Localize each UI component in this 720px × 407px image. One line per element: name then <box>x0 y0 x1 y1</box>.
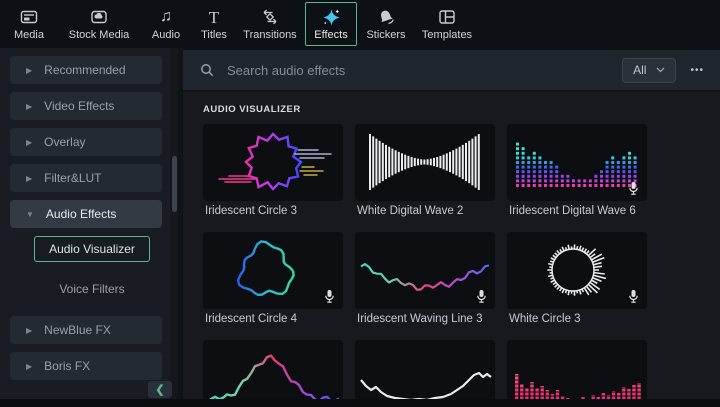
chevron-right-icon: ▶ <box>26 101 33 111</box>
toolbar-tab-label: Templates <box>421 29 473 41</box>
toolbar-tab-label: Stock Media <box>68 29 130 41</box>
effect-card-white-digital-wave-2[interactable]: White Digital Wave 2 <box>355 124 495 220</box>
effect-thumbnail[interactable] <box>507 232 647 309</box>
filter-dropdown-value: All <box>633 62 647 77</box>
effect-name: Iridescent Waving Line 3 <box>357 313 483 325</box>
effects-grid: Iridescent Circle 3 White Digital Wave 2… <box>203 124 720 407</box>
toolbar-tab-label: Media <box>14 29 44 41</box>
stock-media-icon <box>89 7 109 27</box>
templates-icon <box>437 7 457 27</box>
effect-name: Iridescent Circle 4 <box>205 313 298 325</box>
effect-card-iridescent-circle-3[interactable]: Iridescent Circle 3 <box>203 124 343 220</box>
toolbar-tab-label: Transitions <box>243 29 297 41</box>
search-input[interactable] <box>227 62 623 78</box>
media-icon <box>19 7 39 27</box>
sidebar-item-label: Boris FX <box>44 359 91 373</box>
sidebar-item-label: Video Effects <box>44 99 115 113</box>
search-icon <box>199 62 215 78</box>
chevron-right-icon: ▶ <box>26 361 33 371</box>
toolbar-tab-titles[interactable]: T Titles <box>193 1 235 47</box>
sidebar-item-label: Audio Effects <box>45 207 117 221</box>
toolbar-tab-stickers[interactable]: Stickers <box>360 1 412 47</box>
toolbar-tab-audio[interactable]: ♫ Audio <box>142 1 190 47</box>
sidebar-item-audio-effects[interactable]: ▼ Audio Effects <box>10 200 162 228</box>
search-bar: All ••• <box>183 50 720 90</box>
chevron-right-icon: ▶ <box>26 173 33 183</box>
effect-card[interactable] <box>507 340 647 407</box>
effect-name: White Digital Wave 2 <box>357 205 464 217</box>
microphone-icon <box>627 181 640 196</box>
sidebar-collapse-button[interactable]: ❮ <box>148 381 172 398</box>
stickers-bell-icon <box>376 7 396 27</box>
toolbar-tab-label: Effects <box>314 29 348 41</box>
audio-icon: ♫ <box>160 8 172 25</box>
filter-dropdown[interactable]: All <box>622 57 677 83</box>
sidebar-item-newblue-fx[interactable]: ▶ NewBlue FX <box>10 316 162 344</box>
bottom-divider <box>0 399 720 407</box>
sidebar-item-overlay[interactable]: ▶ Overlay <box>10 128 162 156</box>
sidebar-item-boris-fx[interactable]: ▶ Boris FX <box>10 352 162 380</box>
sidebar-item-label: Recommended <box>44 63 126 77</box>
scrollbar-thumb[interactable] <box>171 156 177 212</box>
toolbar-tab-label: Audio <box>151 29 181 41</box>
effects-grid-area: AUDIO VISUALIZER Iridescent Circle 3 Whi… <box>183 92 720 407</box>
chevron-right-icon: ▶ <box>26 325 33 335</box>
effect-thumbnail[interactable] <box>355 124 495 201</box>
effects-sidebar: ▶ Recommended ▶ Video Effects ▶ Overlay … <box>0 48 178 407</box>
titles-icon: T <box>208 7 220 27</box>
microphone-icon <box>627 289 640 304</box>
effect-thumbnail[interactable] <box>355 340 495 407</box>
sidebar-item-filter-lut[interactable]: ▶ Filter&LUT <box>10 164 162 192</box>
effect-thumbnail[interactable] <box>507 124 647 201</box>
effects-star-icon <box>321 7 342 27</box>
chevron-down-icon <box>656 67 665 73</box>
sidebar-item-voice-filters[interactable]: Voice Filters <box>34 276 150 302</box>
effect-card[interactable] <box>203 340 343 407</box>
sidebar-scrollbar[interactable] <box>170 48 178 407</box>
toolbar-tab-stock-media[interactable]: Stock Media <box>59 1 139 47</box>
effect-thumbnail[interactable] <box>203 232 343 309</box>
chevron-down-icon: ▼ <box>26 209 34 219</box>
sidebar-item-label: Audio Visualizer <box>49 242 135 256</box>
effect-card-iridescent-digital-wave-6[interactable]: Iridescent Digital Wave 6 <box>507 124 647 220</box>
effect-name: Iridescent Circle 3 <box>205 205 298 217</box>
effects-content-panel: All ••• AUDIO VISUALIZER Iridescent Circ… <box>178 48 720 407</box>
effect-card-iridescent-waving-line-3[interactable]: Iridescent Waving Line 3 <box>355 232 495 328</box>
microphone-icon <box>475 289 488 304</box>
effect-thumbnail[interactable] <box>355 232 495 309</box>
toolbar-tab-templates[interactable]: Templates <box>415 1 479 47</box>
toolbar-tab-effects[interactable]: Effects <box>305 2 357 46</box>
chevron-right-icon: ▶ <box>26 137 33 147</box>
effect-thumbnail[interactable] <box>203 340 343 407</box>
sidebar-item-audio-visualizer[interactable]: Audio Visualizer <box>34 236 150 262</box>
sidebar-item-recommended[interactable]: ▶ Recommended <box>10 56 162 84</box>
effect-name: Iridescent Digital Wave 6 <box>509 205 636 217</box>
transitions-icon <box>260 7 280 27</box>
toolbar-tab-label: Stickers <box>366 29 406 41</box>
effect-thumbnail[interactable] <box>203 124 343 201</box>
effect-card-iridescent-circle-4[interactable]: Iridescent Circle 4 <box>203 232 343 328</box>
effect-thumbnail[interactable] <box>507 340 647 407</box>
sidebar-item-label: Overlay <box>44 135 86 149</box>
top-toolbar: Media Stock Media ♫ Audio T Titles Trans… <box>0 0 720 48</box>
sidebar-item-video-effects[interactable]: ▶ Video Effects <box>10 92 162 120</box>
section-title: AUDIO VISUALIZER <box>203 104 301 115</box>
chevron-right-icon: ▶ <box>26 65 33 75</box>
more-options-button[interactable]: ••• <box>690 65 704 76</box>
effect-name: White Circle 3 <box>509 313 581 325</box>
sidebar-item-label: Filter&LUT <box>44 171 102 185</box>
microphone-icon <box>323 289 336 304</box>
sidebar-item-label: NewBlue FX <box>44 323 111 337</box>
toolbar-tab-transitions[interactable]: Transitions <box>238 1 302 47</box>
effect-card-white-circle-3[interactable]: White Circle 3 <box>507 232 647 328</box>
effect-card[interactable] <box>355 340 495 407</box>
filmora-effects-panel: Media Stock Media ♫ Audio T Titles Trans… <box>0 0 720 407</box>
toolbar-tab-label: Titles <box>201 29 227 41</box>
toolbar-tab-media[interactable]: Media <box>2 1 56 47</box>
sidebar-item-label: Voice Filters <box>59 282 125 296</box>
